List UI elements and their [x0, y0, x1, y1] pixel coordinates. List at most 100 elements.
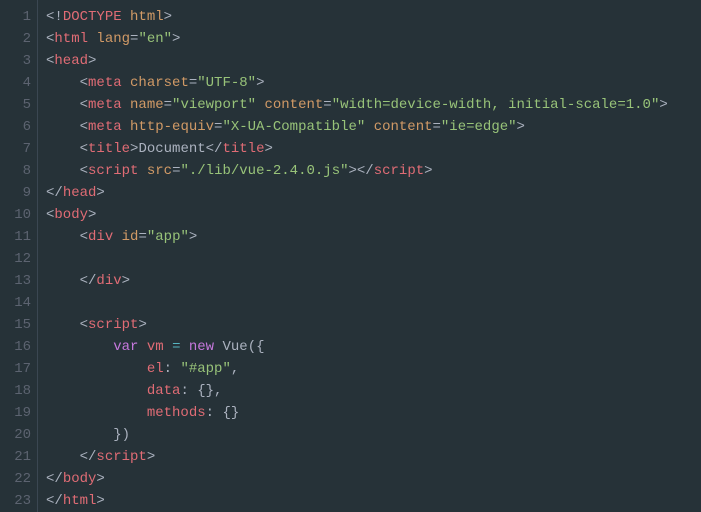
token-at: http-equiv: [130, 119, 214, 135]
line-number: 12: [0, 248, 31, 270]
code-line[interactable]: <div id="app">: [46, 226, 668, 248]
token-p: =: [189, 75, 197, 91]
token-tg: script: [88, 163, 138, 179]
token-kw: new: [189, 339, 214, 355]
line-number: 3: [0, 50, 31, 72]
token-p: >: [138, 317, 146, 333]
code-line[interactable]: <html lang="en">: [46, 28, 668, 50]
token-tg: html: [54, 31, 88, 47]
token-tg: meta: [88, 119, 122, 135]
code-line[interactable]: <title>Document</title>: [46, 138, 668, 160]
token-vr: vm: [147, 339, 164, 355]
line-number: 10: [0, 204, 31, 226]
line-number: 11: [0, 226, 31, 248]
token-tg: meta: [88, 75, 122, 91]
token-st: "viewport": [172, 97, 256, 113]
token-p: =: [433, 119, 441, 135]
token-p: </: [46, 273, 96, 289]
line-number: 19: [0, 402, 31, 424]
code-line[interactable]: <meta name="viewport" content="width=dev…: [46, 94, 668, 116]
code-line[interactable]: data: {},: [46, 380, 668, 402]
token-p: [122, 97, 130, 113]
code-line[interactable]: <head>: [46, 50, 668, 72]
code-line[interactable]: <script src="./lib/vue-2.4.0.js"></scrip…: [46, 160, 668, 182]
line-number: 20: [0, 424, 31, 446]
code-line[interactable]: <body>: [46, 204, 668, 226]
token-p: >: [424, 163, 432, 179]
token-p: >: [88, 53, 96, 69]
line-number: 23: [0, 490, 31, 512]
code-area[interactable]: <!DOCTYPE html><html lang="en"><head> <m…: [38, 0, 668, 512]
code-line[interactable]: var vm = new Vue({: [46, 336, 668, 358]
code-line[interactable]: <meta charset="UTF-8">: [46, 72, 668, 94]
token-tx: ,: [231, 361, 239, 377]
code-line[interactable]: </head>: [46, 182, 668, 204]
token-p: <: [46, 229, 88, 245]
token-p: </: [206, 141, 223, 157]
token-tx: Vue({: [214, 339, 264, 355]
token-tx: [180, 339, 188, 355]
token-at: id: [122, 229, 139, 245]
token-tg: head: [63, 185, 97, 201]
token-at: name: [130, 97, 164, 113]
code-line[interactable]: </body>: [46, 468, 668, 490]
token-tx: [164, 339, 172, 355]
token-p: <: [46, 163, 88, 179]
token-tx: [46, 405, 147, 421]
token-at: src: [147, 163, 172, 179]
token-tg: title: [222, 141, 264, 157]
token-kw: var: [113, 339, 138, 355]
token-p: [122, 9, 130, 25]
token-tg: body: [54, 207, 88, 223]
token-p: >: [172, 31, 180, 47]
token-tx: : {}: [206, 405, 240, 421]
token-tg: DOCTYPE: [63, 9, 122, 25]
code-line[interactable]: [46, 248, 668, 270]
token-tx: [138, 339, 146, 355]
token-p: <: [46, 75, 88, 91]
code-line[interactable]: methods: {}: [46, 402, 668, 424]
line-number: 21: [0, 446, 31, 468]
token-tx: }): [46, 427, 130, 443]
token-p: =: [323, 97, 331, 113]
token-st: "app": [147, 229, 189, 245]
code-line[interactable]: </script>: [46, 446, 668, 468]
token-p: >: [88, 207, 96, 223]
line-number: 8: [0, 160, 31, 182]
line-number: 13: [0, 270, 31, 292]
code-line[interactable]: </html>: [46, 490, 668, 512]
token-p: >: [659, 97, 667, 113]
token-p: <: [46, 141, 88, 157]
token-vr: data: [147, 383, 181, 399]
line-number: 1: [0, 6, 31, 28]
token-at: lang: [96, 31, 130, 47]
token-st: "#app": [180, 361, 230, 377]
token-p: [122, 75, 130, 91]
token-p: >: [96, 185, 104, 201]
line-number: 9: [0, 182, 31, 204]
code-line[interactable]: <script>: [46, 314, 668, 336]
line-number: 2: [0, 28, 31, 50]
token-at: html: [130, 9, 164, 25]
token-p: >: [122, 273, 130, 289]
token-p: >: [147, 449, 155, 465]
code-line[interactable]: <!DOCTYPE html>: [46, 6, 668, 28]
code-line[interactable]: <meta http-equiv="X-UA-Compatible" conte…: [46, 116, 668, 138]
code-editor: 1234567891011121314151617181920212223 <!…: [0, 0, 701, 512]
code-line[interactable]: el: "#app",: [46, 358, 668, 380]
token-st: "UTF-8": [197, 75, 256, 91]
token-tg: meta: [88, 97, 122, 113]
code-line[interactable]: [46, 292, 668, 314]
token-tg: head: [54, 53, 88, 69]
line-number: 18: [0, 380, 31, 402]
line-number: 14: [0, 292, 31, 314]
token-p: </: [46, 449, 96, 465]
token-p: <: [46, 317, 88, 333]
code-line[interactable]: }): [46, 424, 668, 446]
token-p: =: [164, 97, 172, 113]
line-number: 6: [0, 116, 31, 138]
code-line[interactable]: </div>: [46, 270, 668, 292]
token-tx: [46, 339, 113, 355]
token-tg: body: [63, 471, 97, 487]
token-p: [138, 163, 146, 179]
